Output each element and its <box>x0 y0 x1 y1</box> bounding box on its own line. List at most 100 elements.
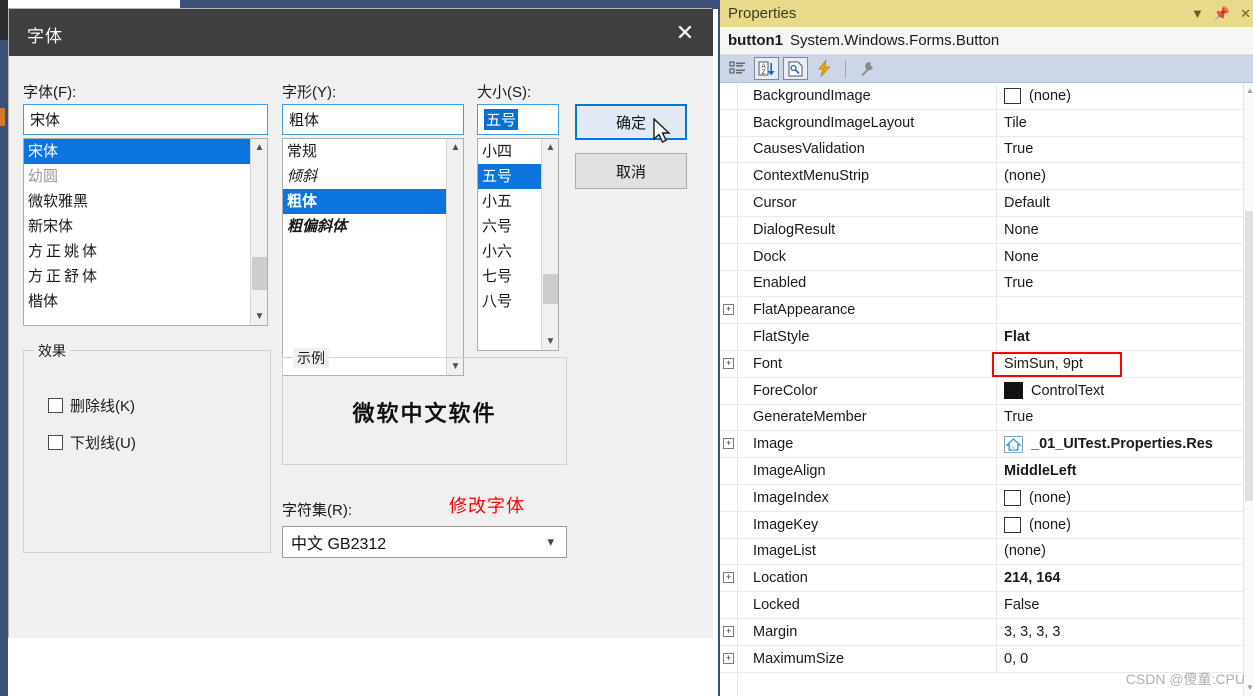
property-row[interactable]: Locked False <box>720 592 1253 619</box>
property-row[interactable]: + Image _01_UITest.Properties.Res <box>720 431 1253 459</box>
font-size-list-item[interactable]: 小五 <box>478 189 541 214</box>
property-row[interactable]: Dock None <box>720 243 1253 271</box>
property-row[interactable]: Enabled True <box>720 270 1253 298</box>
property-value-cell[interactable]: True <box>996 136 1242 163</box>
font-family-list-item[interactable]: 楷体 <box>24 289 250 314</box>
expand-plus-icon[interactable]: + <box>723 304 734 316</box>
property-value-cell[interactable]: Default <box>996 190 1242 216</box>
wrench-icon[interactable] <box>854 57 879 80</box>
property-value-cell[interactable]: (none) <box>996 83 1242 109</box>
font-style-input[interactable]: 粗体 <box>282 104 464 135</box>
font-size-list-item[interactable]: 五号 <box>478 164 541 189</box>
font-family-list-item[interactable]: 方正舒体 <box>24 264 250 289</box>
font-family-list-item[interactable]: 微软雅黑 <box>24 189 250 214</box>
expand-plus-icon[interactable]: + <box>723 652 734 664</box>
property-row[interactable]: ImageAlign MiddleLeft <box>720 458 1253 485</box>
property-value-cell[interactable]: SimSun, 9pt <box>996 350 1242 377</box>
property-value-cell[interactable]: _01_UITest.Properties.Res <box>996 431 1242 458</box>
property-value-cell[interactable]: ControlText <box>996 377 1242 404</box>
property-value-cell[interactable]: None <box>996 216 1242 243</box>
pin-icon[interactable]: 📌 <box>1214 7 1230 20</box>
expand-plus-icon[interactable]: + <box>723 625 734 637</box>
chevron-down-icon[interactable]: ▾ <box>547 534 554 550</box>
property-value-cell[interactable]: (none) <box>996 538 1242 565</box>
scroll-up-icon[interactable]: ▲ <box>251 139 267 156</box>
property-row[interactable]: FlatStyle Flat <box>720 324 1253 351</box>
property-value-cell[interactable]: True <box>996 404 1242 431</box>
property-value-cell[interactable]: None <box>996 243 1242 270</box>
scrollbar-thumb[interactable] <box>543 274 558 304</box>
strikeout-checkbox-row[interactable]: 删除线(K) <box>48 395 135 416</box>
property-value-cell[interactable]: (none) <box>996 163 1242 190</box>
property-value-cell[interactable]: Flat <box>996 324 1242 350</box>
expand-plus-icon[interactable]: + <box>723 438 734 450</box>
property-row[interactable]: BackgroundImageLayout Tile <box>720 109 1253 137</box>
expand-plus-icon[interactable]: + <box>723 572 734 584</box>
property-row[interactable]: + Font SimSun, 9pt <box>720 350 1253 378</box>
font-family-scrollbar[interactable]: ▲ ▼ <box>250 139 267 325</box>
font-family-list-item[interactable]: 宋体 <box>24 139 250 164</box>
font-size-list-item[interactable]: 七号 <box>478 264 541 289</box>
charset-select[interactable]: 中文 GB2312 ▾ <box>282 526 567 558</box>
ok-button[interactable]: 确定 <box>575 104 687 140</box>
property-row[interactable]: ImageKey (none) <box>720 511 1253 539</box>
scroll-up-icon[interactable]: ▲ <box>542 139 558 156</box>
font-size-scrollbar[interactable]: ▲ ▼ <box>541 139 558 350</box>
font-family-list-item[interactable]: 幼圆 <box>24 164 250 189</box>
cancel-button[interactable]: 取消 <box>575 153 687 189</box>
font-family-list-item[interactable]: 新宋体 <box>24 214 250 239</box>
property-value-cell[interactable]: MiddleLeft <box>996 458 1242 484</box>
property-row[interactable]: ImageList (none) <box>720 538 1253 566</box>
categorized-view-icon[interactable] <box>725 57 750 80</box>
underline-checkbox-row[interactable]: 下划线(U) <box>48 432 136 453</box>
scroll-down-icon[interactable]: ▼ <box>1244 682 1253 694</box>
property-value-cell[interactable]: True <box>996 270 1242 297</box>
property-value-cell[interactable]: 214, 164 <box>996 565 1242 592</box>
property-value-cell[interactable]: False <box>996 592 1242 618</box>
font-size-input[interactable]: 五号 <box>477 104 559 135</box>
font-style-scrollbar[interactable]: ▲ ▼ <box>446 139 463 375</box>
scroll-up-icon[interactable]: ▲ <box>447 139 463 156</box>
properties-grid-scrollbar[interactable]: ▲ ▼ <box>1243 83 1253 696</box>
events-lightning-icon[interactable] <box>812 57 837 80</box>
property-value-cell[interactable]: 3, 3, 3, 3 <box>996 618 1242 645</box>
font-size-listbox[interactable]: 小四 五号 小五 六号 小六 七号 八号 ▲ ▼ <box>477 138 559 351</box>
checkbox-icon[interactable] <box>48 435 63 450</box>
property-row[interactable]: Cursor Default <box>720 190 1253 217</box>
properties-grid[interactable]: BackgroundImage (none) BackgroundImageLayo… <box>720 83 1253 696</box>
property-row[interactable]: BackgroundImage (none) <box>720 83 1253 110</box>
property-row[interactable]: ContextMenuStrip (none) <box>720 163 1253 191</box>
close-icon[interactable]: ✕ <box>667 17 703 49</box>
property-value-cell[interactable]: (none) <box>996 484 1242 511</box>
font-style-list-item[interactable]: 常规 <box>283 139 446 164</box>
scroll-up-icon[interactable]: ▲ <box>1244 85 1253 97</box>
font-style-list-item[interactable]: 粗偏斜体 <box>283 214 446 239</box>
property-row[interactable]: DialogResult None <box>720 216 1253 244</box>
expand-plus-icon[interactable]: + <box>723 357 734 369</box>
property-row[interactable]: + FlatAppearance <box>720 297 1253 325</box>
font-style-listbox[interactable]: 常规 倾斜 粗体 粗偏斜体 ▲ ▼ <box>282 138 464 376</box>
font-style-list-item[interactable]: 粗体 <box>283 189 446 214</box>
font-style-list-item[interactable]: 倾斜 <box>283 164 446 189</box>
property-row[interactable]: CausesValidation True <box>720 136 1253 164</box>
property-pages-icon[interactable] <box>783 57 808 80</box>
chevron-down-icon[interactable]: ▼ <box>1191 7 1204 20</box>
property-row[interactable]: GenerateMember True <box>720 404 1253 432</box>
font-family-listbox[interactable]: 宋体 幼圆 微软雅黑 新宋体 方正姚体 方正舒体 楷体 ▲ ▼ <box>23 138 268 326</box>
property-row[interactable]: ImageIndex (none) <box>720 484 1253 512</box>
property-value-cell[interactable]: (none) <box>996 511 1242 538</box>
font-family-list-item[interactable]: 方正姚体 <box>24 239 250 264</box>
scrollbar-thumb[interactable] <box>252 257 267 290</box>
font-size-list-item[interactable]: 小四 <box>478 139 541 164</box>
close-icon[interactable]: ✕ <box>1240 7 1251 20</box>
property-value-cell[interactable]: 0, 0 <box>996 645 1242 672</box>
scroll-down-icon[interactable]: ▼ <box>251 308 267 325</box>
font-size-list-item[interactable]: 八号 <box>478 289 541 314</box>
scroll-down-icon[interactable]: ▼ <box>542 333 558 350</box>
property-row[interactable]: + Margin 3, 3, 3, 3 <box>720 618 1253 646</box>
font-size-list-item[interactable]: 六号 <box>478 214 541 239</box>
scrollbar-thumb[interactable] <box>1245 211 1253 501</box>
checkbox-icon[interactable] <box>48 398 63 413</box>
font-size-list-item[interactable]: 小六 <box>478 239 541 264</box>
property-row[interactable]: + Location 214, 164 <box>720 565 1253 593</box>
